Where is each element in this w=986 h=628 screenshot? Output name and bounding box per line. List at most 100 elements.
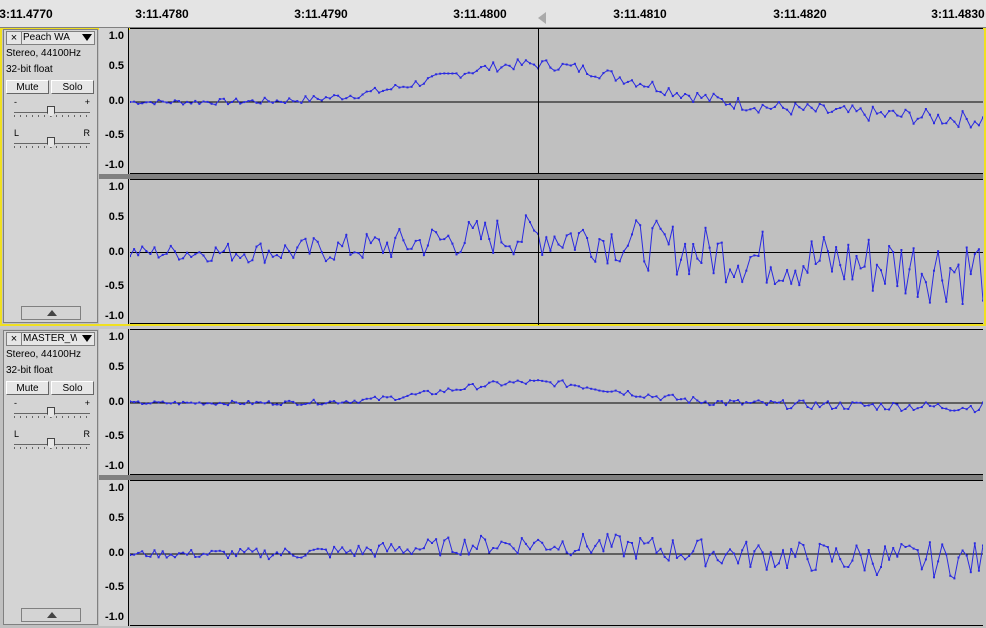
ruler-tick-label: 3:11.4770 — [0, 7, 53, 21]
timeline-ruler[interactable]: 3:11.4770 3:11.4780 3:11.4790 3:11.4800 … — [0, 0, 986, 28]
sample-point — [704, 93, 707, 96]
sample-point — [243, 101, 246, 104]
sample-point — [875, 112, 878, 115]
sample-point — [977, 408, 980, 411]
track-header[interactable]: × MASTER_W — [6, 332, 95, 346]
sample-point — [982, 401, 983, 404]
sample-point — [308, 402, 311, 405]
waveform-channel-right[interactable] — [130, 480, 983, 626]
amplitude-label: 1.0 — [108, 181, 124, 193]
playhead-marker-icon[interactable] — [538, 12, 546, 24]
gain-slider[interactable]: - + — [14, 398, 90, 421]
sample-point — [716, 242, 719, 245]
solo-button[interactable]: Solo — [51, 381, 94, 395]
sample-point — [243, 253, 246, 256]
sample-point — [398, 546, 401, 548]
sample-point — [324, 260, 327, 263]
sample-point — [402, 85, 405, 88]
sample-point — [647, 269, 650, 272]
sample-point — [977, 124, 980, 127]
waveform-channel-right[interactable] — [130, 179, 983, 325]
dropdown-arrow-icon[interactable] — [82, 34, 92, 41]
sample-point — [659, 547, 662, 550]
waveform-line — [130, 532, 983, 580]
track-control-panel[interactable]: × Peach WA Stereo, 44100Hz 32-bit float … — [3, 29, 98, 323]
sample-point — [443, 539, 446, 542]
track-name-menu[interactable]: Peach WA — [23, 32, 77, 44]
sample-point — [296, 100, 299, 103]
sample-point — [712, 403, 715, 406]
sample-point — [210, 102, 213, 105]
sample-point — [541, 541, 544, 544]
collapse-button[interactable] — [21, 306, 81, 320]
waveform-channel-left[interactable] — [130, 28, 983, 175]
sample-point — [235, 97, 238, 100]
track-control-panel[interactable]: × MASTER_W Stereo, 44100Hz 32-bit float … — [3, 330, 98, 625]
sample-point — [484, 538, 487, 541]
sample-point — [141, 102, 144, 105]
sample-point — [300, 101, 303, 104]
sample-point — [761, 401, 764, 404]
pan-slider[interactable]: L R — [14, 128, 90, 151]
sample-point — [488, 551, 491, 554]
pan-slider[interactable]: L R — [14, 429, 90, 452]
sample-point — [512, 381, 515, 384]
sample-point — [696, 399, 699, 402]
sample-point — [414, 239, 417, 242]
sample-point — [814, 110, 817, 113]
sample-point — [957, 125, 960, 128]
sample-point — [712, 272, 715, 275]
sample-point — [945, 553, 948, 556]
sample-point — [524, 382, 527, 385]
sample-point — [463, 388, 466, 390]
track-name-menu[interactable]: MASTER_W — [23, 333, 77, 345]
sample-point — [516, 240, 519, 243]
sample-point — [288, 399, 291, 402]
gain-slider[interactable]: - + — [14, 97, 90, 120]
sample-point — [916, 549, 919, 552]
sample-point — [798, 106, 801, 109]
sample-point — [680, 398, 682, 401]
track-header[interactable]: × Peach WA — [6, 31, 95, 45]
close-icon[interactable]: × — [7, 32, 22, 44]
sample-point — [545, 380, 548, 383]
sample-point — [145, 555, 148, 558]
audio-track[interactable]: × MASTER_W Stereo, 44100Hz 32-bit float … — [0, 329, 986, 628]
amplitude-label: 0.5 — [108, 361, 124, 373]
solo-button[interactable]: Solo — [51, 80, 94, 94]
sample-point — [659, 90, 662, 93]
sample-point — [422, 390, 425, 393]
sample-point — [349, 253, 352, 256]
sample-point — [794, 269, 797, 272]
sample-point — [704, 565, 707, 568]
dropdown-arrow-icon[interactable] — [82, 335, 92, 342]
close-icon[interactable]: × — [7, 333, 22, 345]
collapse-button[interactable] — [21, 608, 81, 622]
sample-point — [928, 541, 931, 544]
sample-point — [916, 117, 919, 120]
amplitude-label: -0.5 — [105, 129, 124, 141]
sample-point — [892, 547, 895, 549]
sample-point — [667, 394, 670, 397]
sample-point — [267, 400, 270, 403]
sample-point — [692, 550, 695, 553]
sample-point — [382, 395, 384, 398]
sample-point — [386, 88, 389, 91]
sample-point — [496, 219, 499, 222]
mute-button[interactable]: Mute — [6, 381, 49, 395]
sample-point — [145, 101, 148, 104]
sample-point — [382, 251, 384, 254]
sample-point — [341, 546, 344, 549]
sample-point — [826, 400, 829, 403]
sample-point — [435, 231, 438, 234]
waveform-channel-left[interactable] — [130, 329, 983, 475]
sample-point — [280, 404, 282, 406]
sample-point — [435, 73, 438, 76]
audio-track[interactable]: × Peach WA Stereo, 44100Hz 32-bit float … — [0, 28, 986, 326]
sample-point — [255, 245, 258, 248]
sample-point — [378, 238, 380, 241]
sample-point — [831, 560, 833, 563]
sample-point — [406, 548, 409, 551]
sample-point — [190, 255, 193, 258]
mute-button[interactable]: Mute — [6, 80, 49, 94]
